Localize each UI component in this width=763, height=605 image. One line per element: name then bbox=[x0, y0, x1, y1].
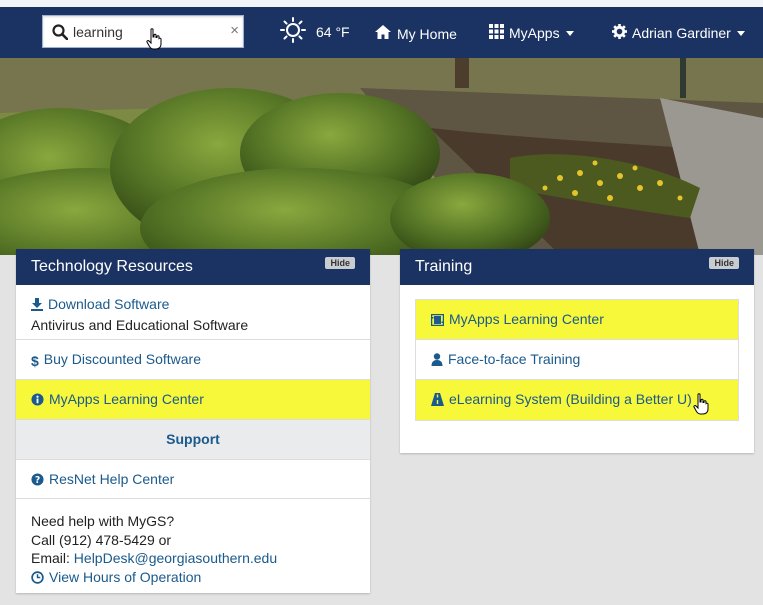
clear-search-icon[interactable]: × bbox=[230, 22, 239, 39]
user-name: Adrian Gardiner bbox=[632, 25, 731, 41]
gear-icon bbox=[612, 24, 627, 42]
panel-title: Technology Resources bbox=[31, 258, 193, 275]
question-icon: ? bbox=[31, 462, 44, 500]
info-icon bbox=[31, 382, 44, 420]
browser-strip bbox=[0, 0, 763, 7]
training-item: MyApps Learning Center bbox=[416, 300, 738, 340]
hide-button[interactable]: Hide bbox=[709, 257, 739, 269]
hide-button[interactable]: Hide bbox=[325, 257, 355, 269]
hand-cursor-icon bbox=[146, 28, 162, 53]
search-box[interactable]: × bbox=[42, 15, 244, 48]
grid-icon bbox=[489, 24, 504, 42]
sun-icon bbox=[280, 17, 306, 46]
support-heading: Support bbox=[16, 420, 370, 460]
training-panel: Training Hide MyApps Learning Center Fac… bbox=[400, 249, 754, 453]
support-label: Support bbox=[166, 431, 220, 447]
help-email-line: Email: HelpDesk@georgiasouthern.edu bbox=[31, 549, 355, 568]
buy-software-link[interactable]: $ Buy Discounted Software bbox=[31, 351, 201, 369]
learning-center-label: MyApps Learning Center bbox=[49, 391, 204, 407]
hours-label: View Hours of Operation bbox=[49, 568, 202, 585]
training-list: MyApps Learning Center Face-to-face Trai… bbox=[415, 299, 739, 421]
email-label: Email: bbox=[31, 550, 74, 566]
elearning-link[interactable]: eLearning System (Building a Better U) bbox=[431, 391, 692, 407]
training-learning-center-link[interactable]: MyApps Learning Center bbox=[430, 311, 604, 327]
clock-icon bbox=[31, 570, 44, 589]
download-icon bbox=[31, 298, 43, 314]
film-icon bbox=[430, 302, 445, 340]
learning-center-item: MyApps Learning Center bbox=[16, 380, 370, 420]
weather-widget: 64 °F bbox=[280, 17, 350, 46]
help-line-2: Call (912) 478-5429 or bbox=[31, 531, 172, 548]
training-item: eLearning System (Building a Better U) bbox=[416, 380, 738, 420]
training-item: Face-to-face Training bbox=[416, 340, 738, 380]
face-to-face-label: Face-to-face Training bbox=[448, 351, 581, 367]
dollar-icon: $ bbox=[31, 353, 39, 369]
technology-resources-panel: Technology Resources Hide Download Softw… bbox=[16, 249, 370, 593]
buy-software-label: Buy Discounted Software bbox=[43, 351, 201, 367]
campus-hero-image bbox=[0, 58, 763, 255]
panel-header: Training Hide bbox=[400, 249, 754, 285]
buy-software-item: $ Buy Discounted Software bbox=[16, 340, 370, 380]
download-software-link[interactable]: Download Software bbox=[31, 296, 355, 314]
help-line-1: Need help with MyGS? bbox=[31, 513, 175, 529]
my-home-label: My Home bbox=[397, 25, 457, 42]
user-menu[interactable]: Adrian Gardiner bbox=[612, 24, 745, 42]
hand-cursor-icon bbox=[693, 391, 709, 429]
chevron-down-icon bbox=[565, 30, 574, 36]
panel-header: Technology Resources Hide bbox=[16, 249, 370, 285]
my-home-link[interactable]: My Home bbox=[374, 24, 457, 43]
hours-link[interactable]: View Hours of Operation bbox=[31, 568, 355, 589]
resnet-item: ? ResNet Help Center bbox=[16, 460, 370, 499]
home-icon bbox=[374, 24, 392, 43]
face-to-face-link[interactable]: Face-to-face Training bbox=[431, 351, 580, 367]
download-software-desc: Antivirus and Educational Software bbox=[31, 317, 249, 333]
resnet-label: ResNet Help Center bbox=[49, 471, 175, 487]
help-info-block: Need help with MyGS? Call (912) 478-5429… bbox=[16, 499, 370, 588]
chevron-down-icon bbox=[736, 30, 745, 36]
road-icon bbox=[431, 382, 444, 420]
training-learning-center-label: MyApps Learning Center bbox=[449, 311, 604, 327]
myapps-label: MyApps bbox=[509, 25, 560, 41]
download-software-label: Download Software bbox=[48, 296, 170, 312]
resnet-link[interactable]: ? ResNet Help Center bbox=[31, 471, 174, 487]
learning-center-link[interactable]: MyApps Learning Center bbox=[31, 391, 204, 407]
download-software-item: Download Software Antivirus and Educatio… bbox=[16, 285, 370, 340]
search-icon bbox=[52, 24, 69, 43]
user-icon bbox=[431, 342, 443, 380]
svg-text:?: ? bbox=[35, 475, 40, 486]
top-nav-bar: × 64 °F My Home bbox=[0, 7, 763, 58]
temperature: 64 °F bbox=[316, 23, 350, 40]
panel-title: Training bbox=[415, 258, 473, 275]
myapps-menu[interactable]: MyApps bbox=[489, 24, 574, 42]
elearning-label: eLearning System (Building a Better U) bbox=[449, 391, 692, 407]
helpdesk-email-link[interactable]: HelpDesk@georgiasouthern.edu bbox=[74, 550, 277, 566]
